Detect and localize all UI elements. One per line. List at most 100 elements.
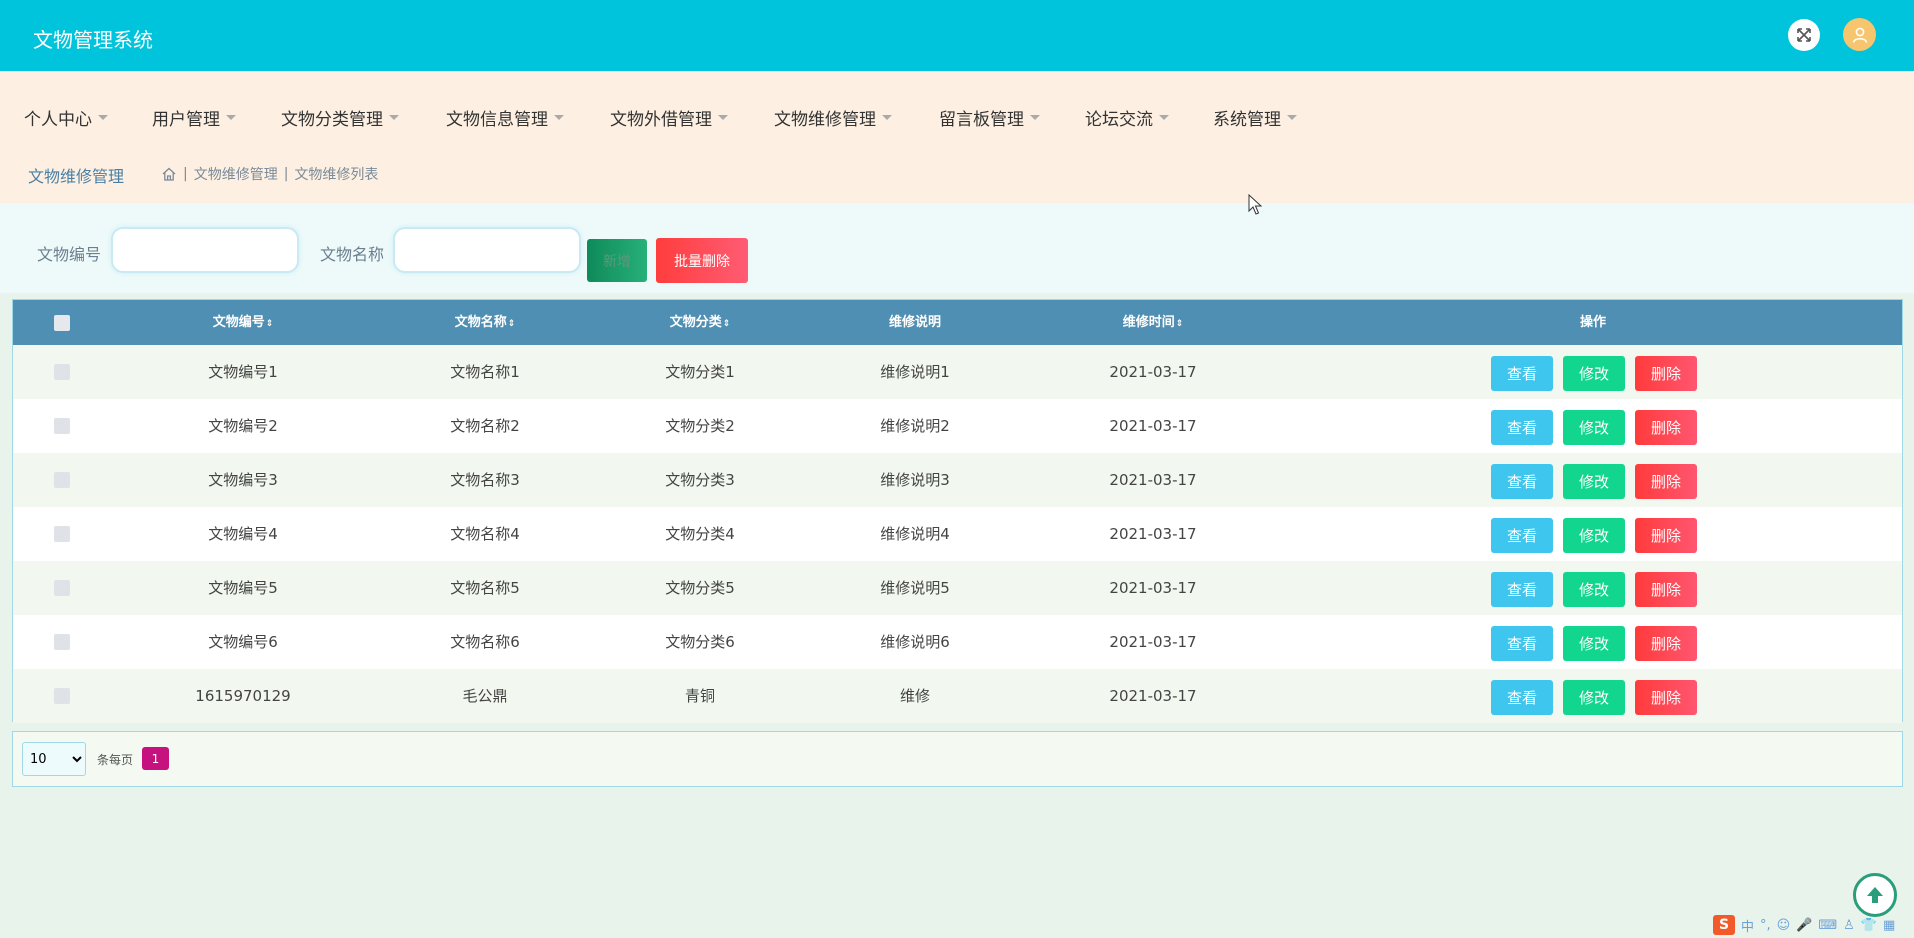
table-row: 1615970129 毛公鼎 青铜 维修 2021-03-17 查看 修改 删除 <box>13 669 1902 723</box>
menu-item[interactable]: 文物外借管理 <box>610 101 728 133</box>
row-checkbox[interactable] <box>54 418 70 434</box>
menu-item[interactable]: 系统管理 <box>1213 101 1297 133</box>
sort-icon[interactable]: ⇕ <box>266 319 274 329</box>
view-button[interactable]: 查看 <box>1491 680 1553 715</box>
cell-date: 2021-03-17 <box>1109 471 1197 489</box>
view-button[interactable]: 查看 <box>1491 410 1553 445</box>
column-header[interactable]: 文物分类⇕ <box>670 300 731 345</box>
name-search-input[interactable] <box>393 227 581 273</box>
cell-name: 文物名称1 <box>450 363 520 381</box>
cell-note: 维修 <box>899 687 931 705</box>
edit-button[interactable]: 修改 <box>1563 518 1625 553</box>
caret-down-icon <box>1030 114 1040 120</box>
caret-down-icon <box>226 114 236 120</box>
sort-icon[interactable]: ⇕ <box>508 319 516 329</box>
cell-category: 文物分类6 <box>665 633 735 651</box>
cell-category: 文物分类2 <box>665 417 735 435</box>
cell-date: 2021-03-17 <box>1109 525 1197 543</box>
row-checkbox[interactable] <box>54 364 70 380</box>
home-icon[interactable] <box>161 166 177 182</box>
menu-item[interactable]: 留言板管理 <box>939 101 1040 133</box>
code-label: 文物编号 <box>37 245 102 264</box>
edit-button[interactable]: 修改 <box>1563 626 1625 661</box>
view-button[interactable]: 查看 <box>1491 356 1553 391</box>
page-size-select[interactable]: 102050 <box>22 742 86 776</box>
delete-button[interactable]: 删除 <box>1635 464 1697 499</box>
column-header[interactable]: 文物编号⇕ <box>213 300 274 345</box>
view-button[interactable]: 查看 <box>1491 464 1553 499</box>
select-all-checkbox[interactable] <box>54 315 70 331</box>
edit-button[interactable]: 修改 <box>1563 680 1625 715</box>
sort-icon[interactable]: ⇕ <box>723 319 731 329</box>
ime-logo-icon[interactable]: S <box>1713 915 1735 935</box>
cell-date: 2021-03-17 <box>1109 417 1197 435</box>
breadcrumb-item[interactable]: 文物维修管理 <box>194 164 278 184</box>
edit-button[interactable]: 修改 <box>1563 410 1625 445</box>
delete-button[interactable]: 删除 <box>1635 518 1697 553</box>
row-checkbox[interactable] <box>54 688 70 704</box>
per-page-label: 条每页 <box>97 753 134 767</box>
page-number-current[interactable]: 1 <box>142 747 169 770</box>
skin-icon[interactable]: ♙ <box>1843 918 1855 933</box>
cell-category: 青铜 <box>684 687 716 705</box>
emoji-icon[interactable]: ☺ <box>1777 918 1791 933</box>
pagination: 102050 条每页 1 <box>12 731 1903 787</box>
edit-button[interactable]: 修改 <box>1563 356 1625 391</box>
data-table: 文物编号⇕ 文物名称⇕ 文物分类⇕ 维修说明 维修时间⇕ 操作 文物编号1 文物名称1 文物分… <box>12 299 1903 723</box>
cell-date: 2021-03-17 <box>1109 687 1197 705</box>
column-header-label: 文物编号 <box>212 315 265 330</box>
delete-button[interactable]: 删除 <box>1635 680 1697 715</box>
breadcrumb-separator: | <box>183 166 188 182</box>
delete-button[interactable]: 删除 <box>1635 410 1697 445</box>
search-panel: 文物编号 文物名称 新增 批量删除 <box>0 203 1914 293</box>
column-header[interactable]: 维修时间⇕ <box>1123 300 1184 345</box>
menu-item[interactable]: 文物分类管理 <box>281 101 399 133</box>
row-checkbox[interactable] <box>54 634 70 650</box>
delete-button[interactable]: 删除 <box>1635 572 1697 607</box>
menu-item[interactable]: 个人中心 <box>24 101 108 133</box>
menu-item-label: 文物分类管理 <box>281 109 383 130</box>
fullscreen-button[interactable] <box>1788 19 1820 51</box>
menu-item-label: 留言板管理 <box>939 109 1024 130</box>
view-button[interactable]: 查看 <box>1491 518 1553 553</box>
cell-code: 文物编号1 <box>208 363 278 381</box>
ime-mode-indicator[interactable]: 中 <box>1741 916 1754 935</box>
row-checkbox[interactable] <box>54 580 70 596</box>
delete-button[interactable]: 删除 <box>1635 356 1697 391</box>
cell-name: 文物名称2 <box>450 417 520 435</box>
user-icon <box>1852 27 1867 43</box>
table-row: 文物编号5 文物名称5 文物分类5 维修说明5 2021-03-17 查看 修改 删除 <box>13 561 1902 615</box>
punctuation-icon[interactable]: °, <box>1760 918 1771 933</box>
edit-button[interactable]: 修改 <box>1563 464 1625 499</box>
column-header[interactable]: 文物名称⇕ <box>455 300 516 345</box>
app-title: 文物管理系统 <box>33 28 153 52</box>
edit-button[interactable]: 修改 <box>1563 572 1625 607</box>
menu-item[interactable]: 文物维修管理 <box>774 101 892 133</box>
batch-delete-button[interactable]: 批量删除 <box>656 238 748 283</box>
back-to-top-button[interactable] <box>1853 873 1897 917</box>
view-button[interactable]: 查看 <box>1491 626 1553 661</box>
microphone-icon[interactable]: 🎤 <box>1796 918 1812 933</box>
add-button[interactable]: 新增 <box>587 239 647 282</box>
menu-item[interactable]: 用户管理 <box>152 101 236 133</box>
delete-button[interactable]: 删除 <box>1635 626 1697 661</box>
caret-down-icon <box>98 114 108 120</box>
view-button[interactable]: 查看 <box>1491 572 1553 607</box>
row-checkbox[interactable] <box>54 526 70 542</box>
code-search-input[interactable] <box>111 227 299 273</box>
grid-icon[interactable]: ▦ <box>1883 918 1895 933</box>
table-row: 文物编号6 文物名称6 文物分类6 维修说明6 2021-03-17 查看 修改 删除 <box>13 615 1902 669</box>
row-checkbox[interactable] <box>54 472 70 488</box>
avatar[interactable] <box>1843 18 1876 51</box>
menu-item[interactable]: 论坛交流 <box>1085 101 1169 133</box>
cell-note: 维修说明2 <box>880 417 950 435</box>
menu-item[interactable]: 文物信息管理 <box>446 101 564 133</box>
sort-icon[interactable]: ⇕ <box>1176 319 1184 329</box>
keyboard-icon[interactable]: ⌨ <box>1818 918 1837 933</box>
name-label: 文物名称 <box>320 245 385 264</box>
page-heading: 文物维修管理 <box>28 167 125 186</box>
cell-code: 文物编号6 <box>208 633 278 651</box>
shirt-icon[interactable]: 👕 <box>1861 918 1877 933</box>
breadcrumb-separator: | <box>283 166 289 182</box>
table-row: 文物编号2 文物名称2 文物分类2 维修说明2 2021-03-17 查看 修改 删除 <box>13 399 1902 453</box>
